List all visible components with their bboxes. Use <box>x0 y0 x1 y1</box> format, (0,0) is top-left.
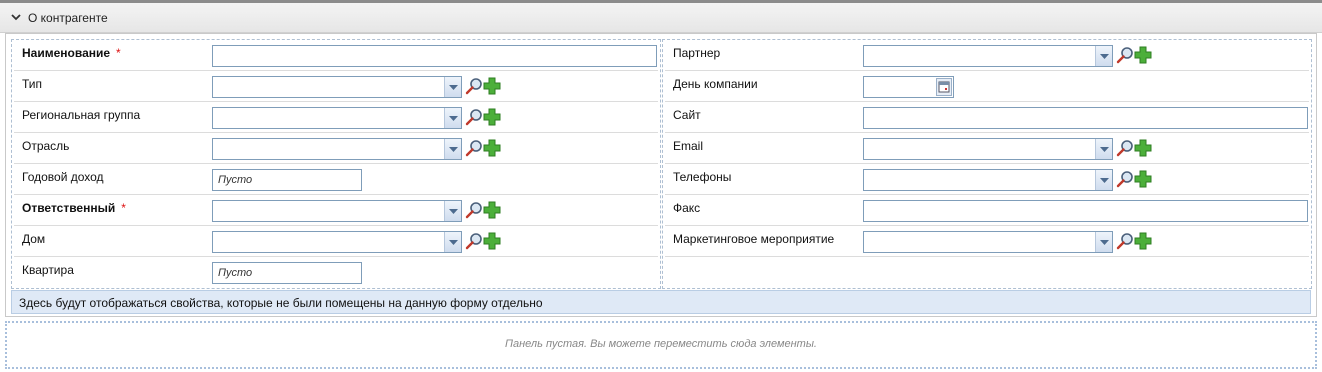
industry-combobox[interactable] <box>212 138 462 160</box>
field-label: Квартира <box>22 263 74 277</box>
chevron-down-icon <box>1100 240 1109 245</box>
magnifier-icon[interactable] <box>465 201 483 219</box>
field-row-company-day: День компании <box>665 71 1309 102</box>
chevron-down-icon <box>1100 54 1109 59</box>
magnifier-icon[interactable] <box>1116 139 1134 157</box>
chevron-down-icon <box>1100 178 1109 183</box>
field-row-fax: Факс <box>665 195 1309 226</box>
chevron-down-icon <box>449 85 458 90</box>
field-row-email: Email <box>665 133 1309 164</box>
field-label: Email <box>673 139 704 153</box>
info-text: Здесь будут отображаться свойства, котор… <box>19 296 543 310</box>
field-row-site: Сайт <box>665 102 1309 133</box>
owner-combobox[interactable] <box>212 200 462 222</box>
field-label: Тип <box>22 77 43 91</box>
section-title: О контрагенте <box>28 11 108 25</box>
phones-combobox[interactable] <box>863 169 1113 191</box>
field-row-annual-revenue: Годовой доход Пусто <box>14 164 658 195</box>
magnifier-icon[interactable] <box>465 232 483 250</box>
apartment-input[interactable]: Пусто <box>212 262 362 284</box>
dropdown-button[interactable] <box>444 108 461 128</box>
dropdown-button[interactable] <box>444 201 461 221</box>
site-input[interactable] <box>863 107 1308 129</box>
dropdown-button[interactable] <box>1095 46 1112 66</box>
plus-icon[interactable] <box>1134 46 1152 64</box>
plus-icon[interactable] <box>483 77 501 95</box>
dropdown-button[interactable] <box>444 139 461 159</box>
field-row-apartment: Квартира Пусто <box>14 257 658 288</box>
fax-input[interactable] <box>863 200 1308 222</box>
unplaced-properties-panel: Здесь будут отображаться свойства, котор… <box>11 290 1311 314</box>
field-row-phones: Телефоны <box>665 164 1309 195</box>
field-row-region: Региональная группа <box>14 102 658 133</box>
field-row-marketing-event: Маркетинговое мероприятие <box>665 226 1309 257</box>
empty-row <box>665 257 1309 288</box>
form-frame: Наименование * Тип Региональная группа От… <box>5 33 1317 317</box>
field-label: Отрасль <box>22 139 70 153</box>
dropdown-button[interactable] <box>1095 170 1112 190</box>
dropdown-button[interactable] <box>444 77 461 97</box>
field-row-house: Дом <box>14 226 658 257</box>
field-label: Годовой доход <box>22 170 104 184</box>
chevron-down-icon <box>449 240 458 245</box>
chevron-down-icon <box>1100 147 1109 152</box>
chevron-down-icon <box>449 116 458 121</box>
field-row-name: Наименование * <box>14 40 658 71</box>
magnifier-icon[interactable] <box>465 108 483 126</box>
plus-icon[interactable] <box>483 139 501 157</box>
field-label: Наименование * <box>22 46 121 60</box>
field-label: Сайт <box>673 108 701 122</box>
plus-icon[interactable] <box>483 108 501 126</box>
field-row-type: Тип <box>14 71 658 102</box>
field-label: День компании <box>673 77 758 91</box>
empty-panel-text: Панель пустая. Вы можете переместить сюд… <box>505 338 817 350</box>
field-label: Ответственный * <box>22 201 126 215</box>
marketing-event-combobox[interactable] <box>863 231 1113 253</box>
plus-icon[interactable] <box>483 201 501 219</box>
magnifier-icon[interactable] <box>465 77 483 95</box>
field-label: Партнер <box>673 46 721 60</box>
field-label: Дом <box>22 232 46 246</box>
plus-icon[interactable] <box>1134 139 1152 157</box>
chevron-down-icon <box>449 209 458 214</box>
plus-icon[interactable] <box>483 232 501 250</box>
right-column: Партнер День компании Сайт Email Телефон… <box>662 39 1312 289</box>
dropdown-button[interactable] <box>1095 139 1112 159</box>
magnifier-icon[interactable] <box>465 139 483 157</box>
name-input[interactable] <box>212 45 657 67</box>
calendar-button[interactable] <box>936 78 952 96</box>
field-label: Телефоны <box>673 170 732 184</box>
field-row-partner: Партнер <box>665 40 1309 71</box>
type-combobox[interactable] <box>212 76 462 98</box>
empty-drop-panel[interactable]: Панель пустая. Вы можете переместить сюд… <box>5 321 1317 369</box>
field-row-owner: Ответственный * <box>14 195 658 226</box>
email-combobox[interactable] <box>863 138 1113 160</box>
plus-icon[interactable] <box>1134 170 1152 188</box>
section-header[interactable]: О контрагенте <box>0 3 1322 33</box>
dropdown-button[interactable] <box>444 232 461 252</box>
magnifier-icon[interactable] <box>1116 170 1134 188</box>
magnifier-icon[interactable] <box>1116 46 1134 64</box>
calendar-icon <box>938 81 950 93</box>
house-combobox[interactable] <box>212 231 462 253</box>
dropdown-button[interactable] <box>1095 232 1112 252</box>
required-marker: * <box>121 201 126 215</box>
plus-icon[interactable] <box>1134 232 1152 250</box>
region-combobox[interactable] <box>212 107 462 129</box>
field-label: Региональная группа <box>22 108 141 122</box>
required-marker: * <box>116 46 121 60</box>
partner-combobox[interactable] <box>863 45 1113 67</box>
field-row-industry: Отрасль <box>14 133 658 164</box>
company-day-date-input[interactable] <box>863 76 954 98</box>
annual-revenue-input[interactable]: Пусто <box>212 169 362 191</box>
field-label: Факс <box>673 201 701 215</box>
left-column: Наименование * Тип Региональная группа От… <box>11 39 661 289</box>
chevron-down-icon <box>449 147 458 152</box>
field-label: Маркетинговое мероприятие <box>673 232 835 246</box>
magnifier-icon[interactable] <box>1116 232 1134 250</box>
chevron-down-icon[interactable] <box>10 11 22 23</box>
